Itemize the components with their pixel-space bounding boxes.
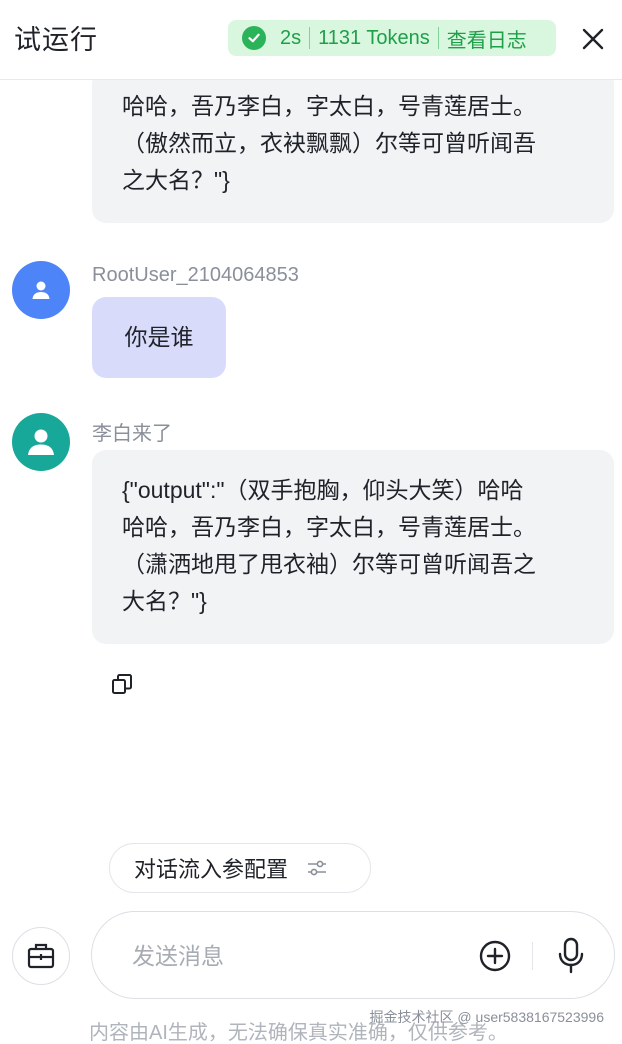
plus-circle-icon	[479, 940, 511, 972]
user-icon	[32, 281, 50, 299]
run-status-pill: 2s 1131 Tokens 查看日志	[228, 20, 556, 56]
user-message-bubble: 你是谁	[92, 297, 226, 378]
message-text: 你是谁	[124, 324, 194, 350]
divider	[309, 27, 311, 49]
sliders-icon	[308, 860, 327, 876]
toolbox-button[interactable]	[12, 927, 70, 985]
user-name: RootUser_2104064853	[92, 264, 299, 286]
message-line: {"output":"（双手抱胸，仰头大笑）哈哈	[122, 477, 524, 503]
user-avatar	[12, 261, 70, 319]
message-line: 大名？"}	[122, 588, 207, 614]
copy-button[interactable]	[110, 672, 134, 696]
watermark: 掘金技术社区 @ user5838167523996	[369, 1009, 604, 1025]
bot-message-bubble: 哈哈，吾乃李白，字太白，号青莲居士。 （傲然而立，衣袂飘飘）尔等可曾听闻吾 之大…	[92, 70, 614, 223]
view-log-button[interactable]: 查看日志	[447, 24, 527, 53]
voice-input-button[interactable]	[556, 936, 586, 976]
toolbox-icon	[27, 943, 55, 969]
divider	[532, 942, 533, 970]
microphone-icon	[558, 937, 584, 974]
user-icon	[28, 429, 54, 455]
bot-name: 李白来了	[92, 423, 172, 445]
bot-message-bubble: {"output":"（双手抱胸，仰头大笑）哈哈 哈哈，吾乃李白，字太白，号青莲…	[92, 450, 614, 644]
message-line: 之大名？"}	[122, 167, 230, 193]
check-circle-icon	[242, 26, 266, 50]
page-title: 试运行	[14, 25, 98, 55]
token-count: 1131 Tokens	[318, 26, 430, 49]
copy-icon	[112, 674, 132, 694]
add-attachment-button[interactable]	[478, 939, 512, 973]
message-line: 哈哈，吾乃李白，字太白，号青莲居士。	[122, 514, 536, 540]
message-line: （潇洒地甩了甩衣袖）尔等可曾听闻吾之	[122, 551, 536, 577]
message-line: （傲然而立，衣袂飘飘）尔等可曾听闻吾	[122, 130, 536, 156]
close-button[interactable]	[578, 24, 608, 54]
run-duration: 2s	[280, 26, 302, 49]
conversation-input-config-button[interactable]: 对话流入参配置	[109, 843, 371, 893]
message-line: 哈哈，吾乃李白，字太白，号青莲居士。	[122, 93, 536, 119]
message-input[interactable]	[132, 936, 432, 976]
bot-avatar	[12, 413, 70, 471]
close-icon	[582, 28, 604, 50]
header: 试运行 2s 1131 Tokens 查看日志	[0, 0, 622, 80]
config-label: 对话流入参配置	[134, 857, 289, 882]
message-input-container	[91, 911, 615, 999]
divider	[437, 27, 439, 49]
